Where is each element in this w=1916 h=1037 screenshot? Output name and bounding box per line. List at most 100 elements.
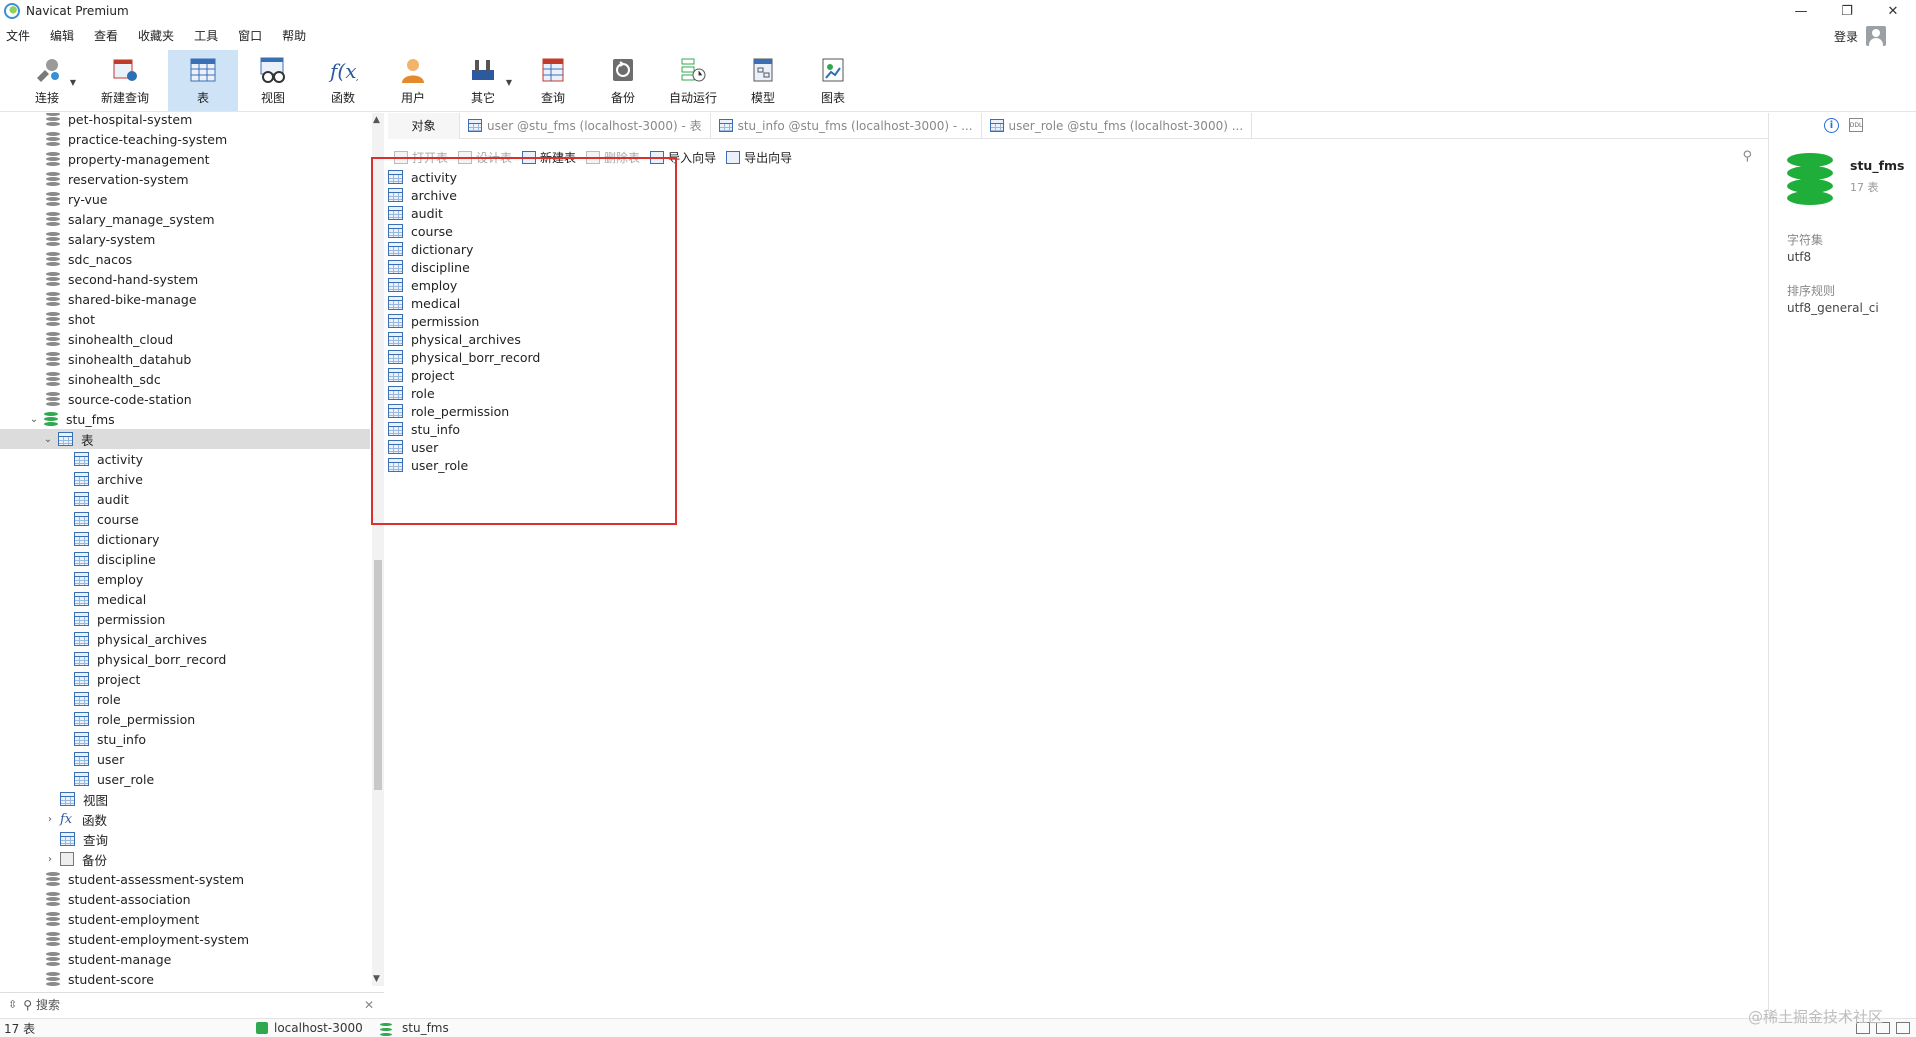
chevron-down-icon[interactable]: ⌄ [42,434,54,445]
tree-db-item[interactable]: second-hand-system [0,269,370,289]
tree-db-item[interactable]: student-manage [0,949,370,969]
tree-db-item[interactable]: sdc_nacos [0,249,370,269]
tree-db-item[interactable]: pet-hospital-system [0,113,370,129]
tree-table-item[interactable]: role [0,689,370,709]
toolbar-table-button[interactable]: 表 [168,50,238,111]
restore-button[interactable]: ❐ [1824,0,1870,22]
tree-db-item[interactable]: student-score [0,969,370,986]
tree-db-item[interactable]: practice-teaching-system [0,129,370,149]
chevron-right-icon[interactable]: › [44,814,56,825]
menu-tools[interactable]: 工具 [184,24,228,48]
tree-db-item[interactable]: student-assessment-system [0,869,370,889]
tree-db-item[interactable]: source-code-station [0,389,370,409]
menu-favorites[interactable]: 收藏夹 [128,24,184,48]
tree-db-item[interactable]: property-management [0,149,370,169]
toolbar-connect-button[interactable]: 连接 ▼ [12,50,82,111]
tree-table-item[interactable]: medical [0,589,370,609]
tree-db-item[interactable]: salary-system [0,229,370,249]
tab-objects[interactable]: 对象 [388,112,460,139]
tree-table-item[interactable]: user_role [0,769,370,789]
tab-stu-info-table[interactable]: stu_info @stu_fms (localhost-3000) - ... [711,112,982,139]
database-icon [46,951,60,967]
detail-view-icon[interactable] [1896,1022,1910,1034]
scrollbar-thumb[interactable] [374,560,382,790]
tree-db-item[interactable]: ry-vue [0,189,370,209]
connect-dropdown-icon[interactable]: ▼ [70,78,76,87]
toolbar-model-button[interactable]: 模型 [728,50,798,111]
export-wizard-button[interactable]: 导出向导 [726,149,792,166]
tree-table-item[interactable]: role_permission [0,709,370,729]
tree-table-item[interactable]: discipline [0,549,370,569]
toolbar-chart-button[interactable]: 图表 [798,50,868,111]
minimize-button[interactable]: — [1778,0,1824,22]
tree-db-item[interactable]: sinohealth_cloud [0,329,370,349]
filter-icon[interactable]: ⇳ [8,998,17,1011]
toolbar-function-button[interactable]: f(x) 函数 [308,50,378,111]
tree-table-item[interactable]: stu_info [0,729,370,749]
chevron-down-icon[interactable]: ⌄ [28,414,40,425]
toolbar-view-button[interactable]: 视图 [238,50,308,111]
toolbar-schedule-button[interactable]: 自动运行 [658,50,728,111]
navigation-tree[interactable]: pet-hospital-system practice-teaching-sy… [0,113,372,986]
toolbar-backup-button[interactable]: 备份 [588,50,658,111]
login-area[interactable]: 登录 [1834,24,1886,48]
close-button[interactable]: ✕ [1870,0,1916,22]
menu-help[interactable]: 帮助 [272,24,316,48]
tree-table-item[interactable]: physical_borr_record [0,649,370,669]
tree-table-item[interactable]: project [0,669,370,689]
tree-db-item[interactable]: sinohealth_sdc [0,369,370,389]
toolbar-new-query-button[interactable]: 新建查询 [82,50,168,111]
table-icon [74,552,89,566]
chevron-right-icon[interactable]: › [44,854,56,865]
tree-db-stu-fms[interactable]: ⌄ stu_fms [0,409,370,429]
menu-file[interactable]: 文件 [0,24,40,48]
tree-search-bar[interactable]: ⇳ ⚲ 搜索 ✕ [0,992,384,1016]
status-connection-label: localhost-3000 [274,1021,363,1035]
tree-views-node[interactable]: 视图 [0,789,370,809]
tree-table-item[interactable]: activity [0,449,370,469]
tree-backups-node[interactable]: › 备份 [0,849,370,869]
ddl-icon[interactable]: DDL [1849,118,1863,132]
menu-edit[interactable]: 编辑 [40,24,84,48]
tab-user-table[interactable]: user @stu_fms (localhost-3000) - 表 [460,112,711,139]
tree-table-item[interactable]: dictionary [0,529,370,549]
query-icon [538,55,568,85]
tree-db-item[interactable]: student-association [0,889,370,909]
other-dropdown-icon[interactable]: ▼ [506,78,512,87]
scroll-up-icon[interactable]: ▲ [373,115,380,125]
menu-window[interactable]: 窗口 [228,24,272,48]
tree-table-item[interactable]: employ [0,569,370,589]
tree-queries-node[interactable]: 查询 [0,829,370,849]
tree-table-item[interactable]: permission [0,609,370,629]
clear-search-icon[interactable]: ✕ [364,998,374,1012]
tab-user-role-table[interactable]: user_role @stu_fms (localhost-3000) ... [982,112,1253,139]
scroll-down-icon[interactable]: ▼ [373,974,380,984]
login-link[interactable]: 登录 [1834,28,1858,45]
tree-db-item[interactable]: sinohealth_datahub [0,349,370,369]
info-icon[interactable]: i [1824,118,1839,133]
status-connection: localhost-3000 [256,1021,363,1035]
tree-db-item[interactable]: shot [0,309,370,329]
tree-search-input[interactable]: 搜索 [36,996,60,1013]
backup-icon [60,852,74,866]
tree-table-item[interactable]: course [0,509,370,529]
toolbar-other-button[interactable]: 其它 ▼ [448,50,518,111]
toolbar-other-label: 其它 [470,91,495,105]
tree-db-item[interactable]: shared-bike-manage [0,289,370,309]
menu-view[interactable]: 查看 [84,24,128,48]
tree-db-item[interactable]: student-employment-system [0,929,370,949]
status-database-label: stu_fms [402,1021,449,1035]
tree-table-item[interactable]: physical_archives [0,629,370,649]
tree-tables-node[interactable]: ⌄ 表 [0,429,370,449]
tree-db-item[interactable]: reservation-system [0,169,370,189]
tree-db-item[interactable]: salary_manage_system [0,209,370,229]
toolbar-user-button[interactable]: 用户 [378,50,448,111]
tree-table-item[interactable]: archive [0,469,370,489]
tree-table-item[interactable]: user [0,749,370,769]
toolbar-query-button[interactable]: 查询 [518,50,588,111]
tree-table-item[interactable]: audit [0,489,370,509]
user-avatar-icon[interactable] [1866,26,1886,46]
search-icon[interactable]: ⚲ [1742,149,1752,164]
tree-functions-node[interactable]: › fx 函数 [0,809,370,829]
tree-db-item[interactable]: student-employment [0,909,370,929]
